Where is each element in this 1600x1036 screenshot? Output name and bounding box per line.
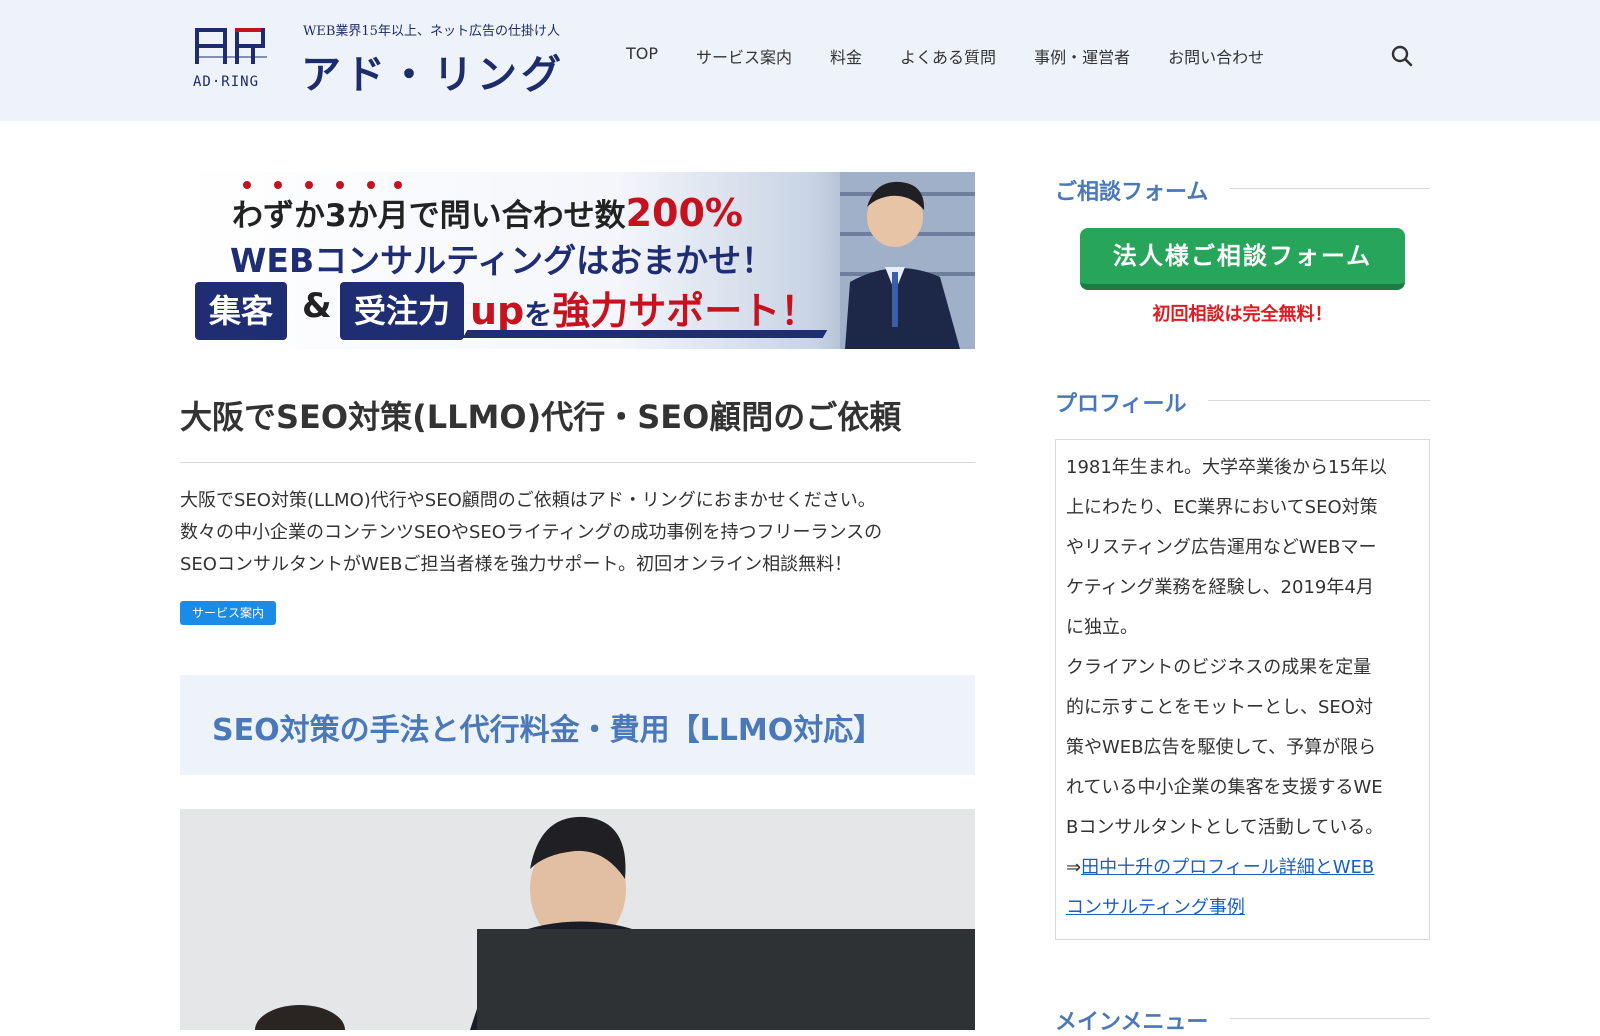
profile-link-line: ⇒田中十升のプロフィール詳細とWEB — [1066, 848, 1419, 888]
category-tag[interactable]: サービス案内 — [180, 601, 277, 625]
sidebar-heading-rule — [1208, 400, 1430, 401]
sidebar-heading-menu: メインメニュー — [1055, 1010, 1209, 1035]
intro-line: SEOコンサルタントがWEBご担当者様を強力サポート。初回オンライン相談無料！ — [180, 554, 853, 575]
profile-line: れている中小企業の集客を支援するWE — [1066, 777, 1383, 798]
nav-item-cases[interactable]: 事例・運営者 — [1034, 44, 1130, 68]
sidebar-heading-rule — [1230, 188, 1430, 189]
logo-mark-text: AD·RING — [193, 74, 260, 90]
banner-headline-text: わずか3か月で問い合わせ数 — [232, 198, 626, 234]
banner-headline: わずか3か月で問い合わせ数200% — [232, 190, 743, 235]
consult-form-button[interactable]: 法人様ご相談フォーム — [1080, 228, 1405, 290]
profile-line: 1981年生まれ。大学卒業後から15年以 — [1066, 457, 1387, 478]
section-heading-box: SEO対策の手法と代行料金・費用【LLMO対応】 — [180, 675, 975, 775]
banner-underline — [462, 330, 828, 338]
sidebar-heading-rule — [1230, 1018, 1430, 1019]
banner-headline-highlight: 200% — [625, 191, 743, 235]
meeting-photo — [180, 809, 975, 1030]
profile-line: やリスティング広告運用などWEBマー — [1066, 537, 1377, 558]
intro-line: 大阪でSEO対策(LLMO)代行やSEO顧問のご依頼はアド・リングにおまかせくだ… — [180, 490, 876, 511]
page-title: 大阪でSEO対策(LLMO)代行・SEO顧問のご依頼 — [180, 398, 902, 436]
banner-up-text: upを強力サポート！ — [470, 280, 818, 335]
profile-line: 策やWEB広告を駆使して、予算が限ら — [1066, 737, 1377, 758]
site-name[interactable]: アド・リング — [301, 42, 565, 100]
banner-up-word: up — [470, 289, 525, 333]
nav-item-pricing[interactable]: 料金 — [830, 44, 862, 68]
nav-item-faq[interactable]: よくある質問 — [900, 44, 996, 68]
consult-free-note: 初回相談は完全無料！ — [1152, 304, 1333, 325]
banner-emphasis-dots — [243, 181, 402, 189]
profile-link-arrow: ⇒ — [1066, 857, 1082, 878]
profile-detail-link-cont[interactable]: コンサルティング事例 — [1066, 897, 1245, 918]
profile-line: Bコンサルタントとして活動している。 — [1066, 817, 1384, 838]
logo-mark-graphic — [195, 28, 267, 64]
profile-line: に独立。 — [1066, 617, 1138, 638]
sidebar-heading-profile: プロフィール — [1055, 392, 1187, 417]
banner-ampersand: & — [302, 286, 332, 326]
photo-overlay-panel — [477, 929, 975, 1030]
intro-text: 大阪でSEO対策(LLMO)代行やSEO顧問のご依頼はアド・リングにおまかせくだ… — [180, 485, 980, 581]
profile-line: ケティング業務を経験し、2019年4月 — [1066, 577, 1374, 598]
sidebar-heading-consult: ご相談フォーム — [1055, 180, 1209, 205]
nav-item-top[interactable]: TOP — [626, 44, 658, 68]
search-icon[interactable] — [1390, 44, 1414, 68]
intro-line: 数々の中小企業のコンテンツSEOやSEOライティングの成功事例を持つフリーランス… — [180, 522, 883, 543]
logo-mark[interactable]: AD·RING — [193, 22, 273, 92]
main-nav: TOP サービス案内 料金 よくある質問 事例・運営者 お問い合わせ — [626, 44, 1302, 68]
profile-line: 上にわたり、EC業界においてSEO対策 — [1066, 497, 1378, 518]
site-tagline: WEB業界15年以上、ネット広告の仕掛け人 — [303, 24, 560, 39]
banner-wo: を — [524, 298, 553, 331]
hero-banner[interactable]: わずか3か月で問い合わせ数200% WEBコンサルティングはおまかせ！ 集客 &… — [180, 172, 975, 349]
nav-item-services[interactable]: サービス案内 — [696, 44, 792, 68]
title-divider — [180, 462, 975, 463]
nav-item-contact[interactable]: お問い合わせ — [1168, 44, 1264, 68]
banner-tag-orders: 受注力 — [340, 282, 465, 340]
profile-box: 1981年生まれ。大学卒業後から15年以 上にわたり、EC業界においてSEO対策… — [1055, 439, 1430, 940]
profile-line: クライアントのビジネスの成果を定量 — [1066, 657, 1372, 678]
section-heading: SEO対策の手法と代行料金・費用【LLMO対応】 — [212, 713, 884, 748]
profile-detail-link[interactable]: 田中十升のプロフィール詳細とWEB — [1081, 857, 1374, 878]
businessman-image — [840, 172, 975, 349]
banner-subheadline: WEBコンサルティングはおまかせ！ — [230, 241, 775, 280]
profile-line: 的に示すことをモットーとし、SEO対 — [1066, 697, 1373, 718]
site-header: AD·RING WEB業界15年以上、ネット広告の仕掛け人 アド・リング TOP… — [0, 0, 1600, 121]
banner-support: 強力サポート！ — [552, 289, 819, 333]
banner-tag-acquisition: 集客 — [195, 282, 288, 340]
profile-link-line: コンサルティング事例 — [1066, 888, 1419, 928]
